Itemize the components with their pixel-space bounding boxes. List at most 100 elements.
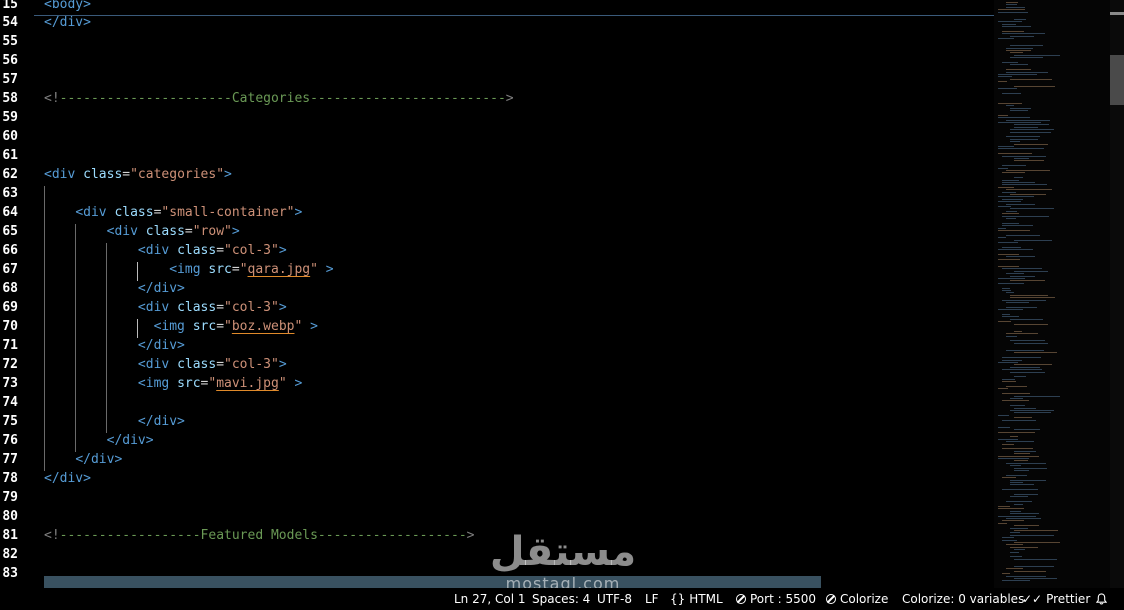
line-number: 83 xyxy=(2,566,18,581)
code-line[interactable]: <!----------------------Categories------… xyxy=(44,89,514,108)
minimap-line xyxy=(1002,443,1014,445)
minimap-line xyxy=(1014,270,1048,272)
code-token-link[interactable]: mavi.jpg xyxy=(216,376,279,391)
code-line[interactable]: <div class="small-container"> xyxy=(44,203,302,222)
minimap-line xyxy=(1002,448,1033,450)
line-number: 55 xyxy=(2,34,18,49)
minimap-line xyxy=(998,122,1041,123)
minimap-line xyxy=(1010,45,1043,47)
code-token-tag: <div xyxy=(106,224,138,239)
cursor-position[interactable]: Ln 27, Col 1 xyxy=(454,588,526,610)
minimap-line xyxy=(1010,551,1019,553)
code-line[interactable]: </div> xyxy=(44,412,185,431)
code-line[interactable]: </div> xyxy=(44,431,154,450)
notifications-button[interactable] xyxy=(1096,588,1107,610)
code-line[interactable]: <div class="row"> xyxy=(44,222,240,241)
colorize-label: Colorize xyxy=(840,592,889,606)
code-token-text: = xyxy=(216,319,225,334)
code-line[interactable]: <body> xyxy=(44,0,91,14)
code-token-str: " xyxy=(310,262,318,277)
minimap-line xyxy=(1002,172,1025,174)
code-line[interactable]: <img src="qara.jpg" > xyxy=(44,260,333,279)
minimap-line xyxy=(1006,544,1023,546)
minimap-line xyxy=(1002,419,1036,421)
minimap-line xyxy=(1002,369,1042,371)
eol-selector[interactable]: LF xyxy=(645,588,659,610)
prettier-status[interactable]: ✓✓ Prettier xyxy=(1022,588,1090,610)
vertical-scrollbar-thumb[interactable] xyxy=(1110,55,1124,105)
minimap-line xyxy=(1002,539,1017,541)
minimap-line xyxy=(998,249,1033,251)
code-editor[interactable]: 15 54 55 56 57 58 59 60 61 62 63 64 65 66 67 68 69 70 71 72… xyxy=(0,0,994,588)
line-number: 73 xyxy=(2,376,18,391)
line-number: 56 xyxy=(2,53,18,68)
minimap-line xyxy=(998,237,1006,239)
line-number: 75 xyxy=(2,414,18,429)
minimap-line xyxy=(1002,213,1019,215)
code-token-comment: ----------------------Categories--------… xyxy=(59,91,506,106)
minimap-line xyxy=(1006,119,1050,121)
minimap[interactable] xyxy=(994,0,1110,588)
minimap-line xyxy=(1006,501,1032,503)
minimap-line xyxy=(1014,54,1060,56)
code-line[interactable]: <div class="col-3"> xyxy=(44,298,287,317)
minimap-line xyxy=(1014,330,1022,332)
minimap-line xyxy=(1010,510,1021,512)
line-number: 79 xyxy=(2,490,18,505)
minimap-line xyxy=(998,206,1011,207)
code-line[interactable]: <div class="categories"> xyxy=(44,165,232,184)
code-line[interactable]: <div class="col-3"> xyxy=(44,355,287,374)
code-line[interactable]: <img src="boz.webp" > xyxy=(44,317,318,336)
code-token-tag: <body> xyxy=(44,0,91,12)
code-line[interactable]: <div class="col-3"> xyxy=(44,241,287,260)
minimap-line xyxy=(1014,376,1026,378)
code-line[interactable]: <img src="mavi.jpg" > xyxy=(44,374,302,393)
minimap-line xyxy=(1002,381,1016,383)
minimap-line xyxy=(1010,546,1038,548)
line-number: 69 xyxy=(2,300,18,315)
minimap-line xyxy=(998,76,1012,78)
minimap-line xyxy=(998,309,1023,311)
minimap-line xyxy=(998,117,1030,119)
minimap-line xyxy=(1002,155,1046,157)
indentation-selector[interactable]: Spaces: 4 xyxy=(532,588,590,610)
code-line[interactable]: </div> xyxy=(44,279,185,298)
code-token-tag: </div> xyxy=(44,471,91,486)
minimap-line xyxy=(1014,450,1036,452)
minimap-line xyxy=(1002,198,1023,200)
minimap-line xyxy=(1014,126,1038,128)
code-line[interactable]: <!------------------Featured Models-----… xyxy=(44,526,474,545)
line-number: 68 xyxy=(2,281,18,296)
live-server-port[interactable]: Port : 5500 xyxy=(736,588,816,610)
minimap-line xyxy=(1006,105,1014,107)
code-token-tag: > xyxy=(224,167,232,182)
minimap-line xyxy=(998,388,1008,390)
code-line[interactable]: </div> xyxy=(44,450,122,469)
code-line[interactable]: </div> xyxy=(44,336,185,355)
colorize-variables[interactable]: Colorize: 0 variables xyxy=(902,588,1024,610)
code-line[interactable]: </div> xyxy=(44,469,91,488)
code-token-link[interactable]: boz.webp xyxy=(232,319,295,334)
code-token-attr: class xyxy=(177,300,217,315)
colorize-toggle[interactable]: Colorize xyxy=(826,588,888,610)
minimap-line xyxy=(998,148,1044,150)
minimap-line xyxy=(1014,558,1057,560)
code-token-link[interactable]: qara.jpg xyxy=(248,262,311,277)
minimap-line xyxy=(1010,52,1023,54)
line-number: 77 xyxy=(2,452,18,467)
minimap-line xyxy=(1014,467,1047,469)
minimap-line xyxy=(1014,342,1048,344)
minimap-line xyxy=(1014,503,1023,505)
minimap-line xyxy=(998,21,1022,23)
language-mode-selector[interactable]: {} HTML xyxy=(670,588,723,610)
horizontal-scrollbar[interactable] xyxy=(44,576,821,588)
code-token-tag: > xyxy=(278,300,287,315)
encoding-selector[interactable]: UTF-8 xyxy=(597,588,632,610)
minimap-line xyxy=(1006,333,1038,335)
minimap-line xyxy=(1014,412,1051,414)
minimap-line xyxy=(1014,453,1030,455)
double-check-icon: ✓✓ xyxy=(1022,592,1043,606)
minimap-line xyxy=(1010,496,1028,498)
